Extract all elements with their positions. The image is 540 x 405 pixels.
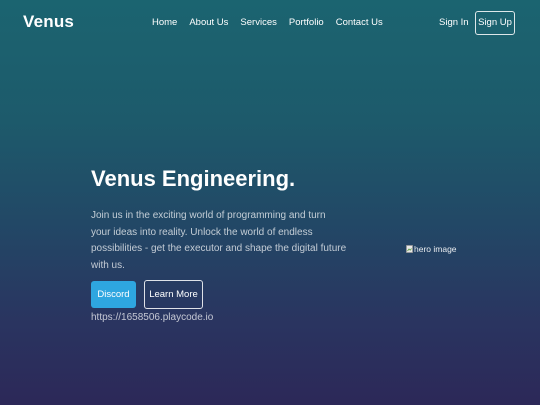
broken-image-icon bbox=[406, 245, 413, 253]
nav-item-services[interactable]: Services bbox=[240, 17, 276, 28]
hero-image: hero image bbox=[406, 244, 457, 254]
sign-in-link[interactable]: Sign In bbox=[439, 17, 469, 28]
sign-up-button[interactable]: Sign Up bbox=[475, 11, 515, 35]
main-nav: Home About Us Services Portfolio Contact… bbox=[152, 17, 383, 28]
hero-image-alt-text: hero image bbox=[414, 244, 457, 254]
site-logo[interactable]: Venus bbox=[23, 12, 74, 32]
nav-item-portfolio[interactable]: Portfolio bbox=[289, 17, 324, 28]
hero-title: Venus Engineering. bbox=[91, 166, 296, 191]
hero-description: Join us in the exciting world of program… bbox=[91, 210, 347, 271]
learn-more-button[interactable]: Learn More bbox=[144, 280, 203, 309]
nav-item-home[interactable]: Home bbox=[152, 17, 177, 28]
nav-item-contact-us[interactable]: Contact Us bbox=[336, 17, 383, 28]
discord-button[interactable]: Discord bbox=[91, 281, 136, 308]
hero-url-text: https://1658506.playcode.io bbox=[91, 312, 214, 323]
nav-item-about-us[interactable]: About Us bbox=[189, 17, 228, 28]
